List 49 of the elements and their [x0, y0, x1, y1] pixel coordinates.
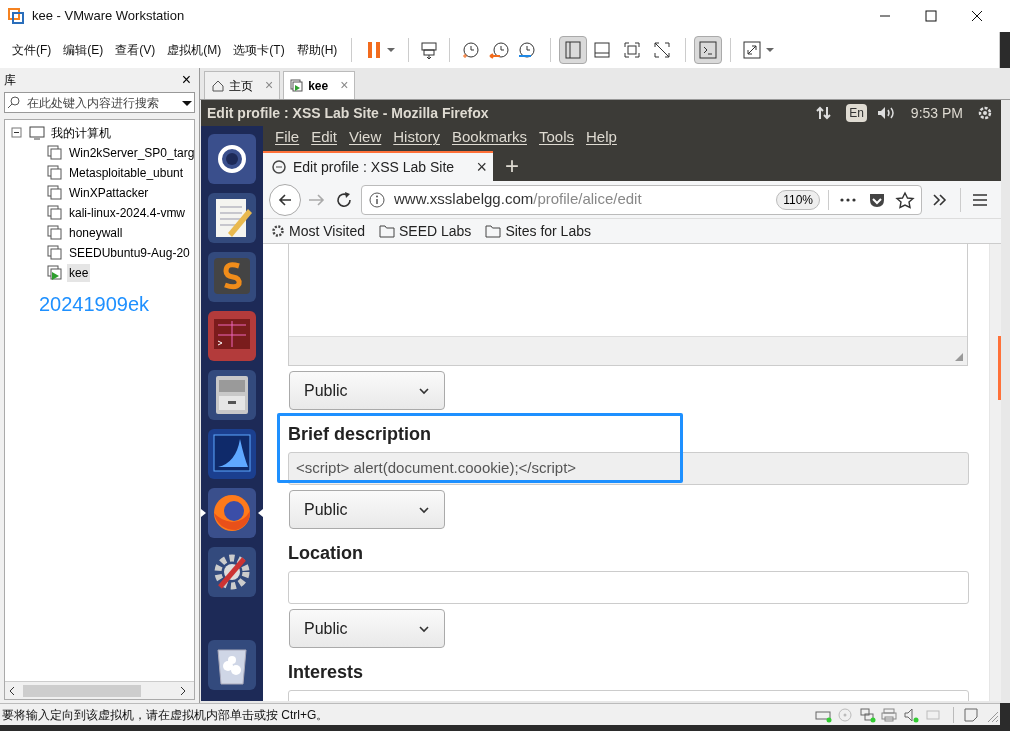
menu-item[interactable]: 选项卡(T): [227, 41, 291, 59]
tree-item[interactable]: 我的计算机: [51, 124, 111, 142]
window-title: Edit profile : XSS Lab Site - Mozilla Firefox: [207, 103, 489, 123]
menu-item[interactable]: 虚拟机(M): [161, 41, 228, 59]
menu-item[interactable]: File: [269, 126, 306, 149]
menu-item[interactable]: 帮助(H): [290, 41, 344, 59]
status-text: 要将输入定向到该虚拟机，请在虚拟机内部单击或按 Ctrl+G。: [1, 706, 329, 724]
menu-item[interactable]: View: [343, 126, 388, 149]
annotation-text: 20241909ek: [38, 292, 151, 317]
menu-item[interactable]: Help: [580, 126, 623, 149]
close-tab-button[interactable]: ×: [340, 75, 349, 96]
tab[interactable]: kee ×: [283, 71, 356, 99]
address-bar[interactable]: www.xsslabelgg.com/profile/alice/edit 110%: [361, 184, 922, 215]
menu-item[interactable]: 编辑(E): [57, 41, 110, 59]
menu-item[interactable]: 查看(V): [109, 41, 162, 59]
bookmark-item[interactable]: Sites for Labs: [485, 220, 591, 242]
language-indicator[interactable]: En: [846, 104, 867, 122]
menu-item[interactable]: Edit: [305, 126, 344, 149]
select-dropdown[interactable]: Public: [289, 490, 445, 529]
search-field[interactable]: 在此处键入内容进行搜索: [4, 92, 195, 113]
close-button[interactable]: ×: [177, 72, 195, 88]
tree-item[interactable]: kali-linux-2024.4-vmw: [67, 204, 188, 222]
tree-item[interactable]: honeywall: [67, 224, 125, 242]
tree-item[interactable]: kee: [67, 264, 91, 282]
clock-text[interactable]: 9:53 PM: [910, 102, 963, 124]
select-dropdown[interactable]: Public: [289, 609, 445, 648]
window-title: kee - VMware Workstation: [32, 7, 185, 26]
field-label: Brief description: [288, 423, 433, 446]
tab-title: Edit profile : XSS Lab Site: [293, 157, 456, 177]
tree-item[interactable]: WinXPattacker: [67, 184, 151, 202]
new-tab-button[interactable]: +: [493, 151, 531, 181]
input-field[interactable]: <script> alert(document.coookie);</script>: [288, 452, 969, 485]
bookmark-item[interactable]: SEED Labs: [379, 220, 472, 242]
menu-item[interactable]: History: [387, 126, 446, 149]
select-dropdown[interactable]: Public: [289, 371, 445, 410]
browser-tab[interactable]: Edit profile : XSS Lab Site ×: [263, 151, 493, 181]
tree-item[interactable]: SEEDUbuntu9-Aug-20: [67, 244, 192, 262]
menu-item[interactable]: 文件(F): [6, 41, 58, 59]
field-label: Location: [288, 542, 364, 565]
tab[interactable]: 主页 ×: [204, 71, 281, 99]
field-label: Interests: [288, 661, 365, 684]
zoom-badge[interactable]: 110%: [776, 189, 820, 210]
tree-item[interactable]: Metasploitable_ubunt: [67, 164, 186, 182]
bookmark-item[interactable]: Most Visited: [271, 220, 365, 242]
close-tab-button[interactable]: ×: [476, 158, 487, 176]
tree-item[interactable]: Win2kServer_SP0_targ: [67, 144, 194, 162]
menu-item[interactable]: Tools: [533, 126, 580, 149]
menu-item[interactable]: Bookmarks: [445, 126, 533, 149]
panel-title: 库: [4, 72, 16, 89]
